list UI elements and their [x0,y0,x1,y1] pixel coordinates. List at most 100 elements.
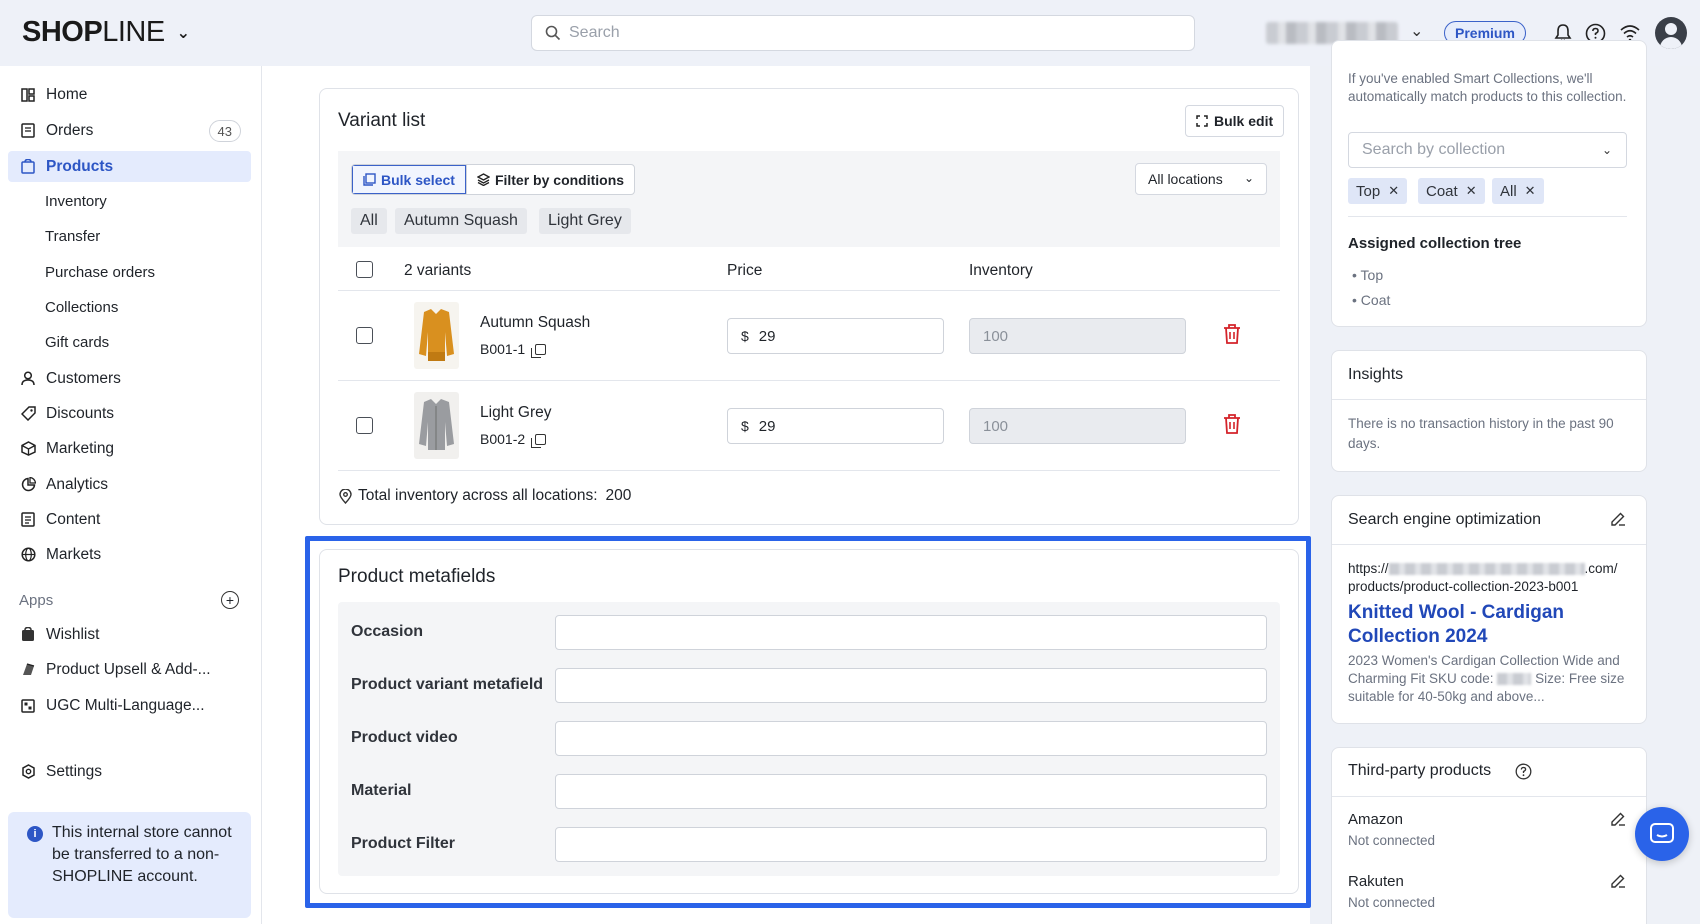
variant-name: Autumn Squash [480,314,591,331]
variants-count-header: 2 variants [404,262,472,279]
person-icon [20,371,36,387]
delete-variant-trash-icon[interactable] [1222,323,1242,345]
amazon-status: Not connected [1348,833,1436,848]
variant-inventory-input: 100 [969,318,1186,354]
collection-tag-top: Top ✕ [1348,178,1408,204]
variant-sku: B001-1 [480,341,547,358]
delete-variant-trash-icon[interactable] [1222,413,1242,435]
sidebar-app-wishlist[interactable]: Wishlist [8,619,251,650]
shopline-logo[interactable]: SHOP LINE ⌄ [22,16,190,49]
total-inventory-line: Total inventory across all locations: 200 [339,487,631,505]
tag-icon [20,406,36,422]
variant-chip-all[interactable]: All [351,208,387,234]
sidebar-item-marketing[interactable]: Marketing [8,433,251,464]
orders-icon [20,123,36,139]
bulk-select-tab[interactable]: Bulk select [352,165,466,194]
inventory-column-header: Inventory [969,262,1033,279]
products-icon [20,159,36,175]
metafields-highlight-frame [305,536,1311,908]
variant-row-checkbox[interactable] [356,417,373,434]
copy-icon[interactable] [531,433,547,448]
rakuten-name: Rakuten [1348,873,1404,890]
ugc-app-icon [20,698,36,714]
content-icon [20,512,36,528]
variant-name: Light Grey [480,404,552,421]
variant-thumbnail [414,392,459,459]
sidebar-item-markets[interactable]: Markets [8,539,251,570]
rakuten-status: Not connected [1348,895,1436,910]
variant-list-title: Variant list [338,110,426,131]
help-icon[interactable] [1515,763,1532,780]
chevron-down-icon: ⌄ [1243,171,1254,185]
close-icon[interactable]: ✕ [1388,183,1399,199]
chevron-down-icon[interactable]: ⌄ [1410,21,1423,41]
collection-search-select[interactable]: Search by collection ⌄ [1348,132,1627,168]
search-icon [545,25,561,41]
filter-by-conditions-tab[interactable]: Filter by conditions [465,165,634,194]
transfer-notice: i This internal store cannot be transfer… [8,812,251,918]
insights-title: Insights [1348,366,1404,383]
chevron-down-icon: ⌄ [1601,143,1612,157]
variant-row-checkbox[interactable] [356,327,373,344]
store-switch-chevron-icon[interactable]: ⌄ [177,23,190,43]
variant-chip-light-grey[interactable]: Light Grey [539,208,631,234]
add-app-icon[interactable]: + [221,591,239,609]
seo-url: https://.com/ products/product-collectio… [1348,561,1618,594]
sidebar-item-content[interactable]: Content [8,504,251,535]
edit-rakuten-icon[interactable] [1610,873,1626,889]
seo-title: Search engine optimization [1348,511,1542,528]
sidebar-app-ugc[interactable]: UGC Multi-Language... [8,690,251,721]
smart-collections-hint: If you've enabled Smart Collections, we'… [1348,71,1627,104]
analytics-icon [20,477,36,493]
avatar[interactable] [1655,17,1687,49]
dashboard-icon [20,87,36,103]
variant-price-input[interactable]: $29 [727,318,944,354]
sidebar-subitem-gift-cards[interactable]: Gift cards [45,334,109,351]
edit-seo-icon[interactable] [1610,511,1626,527]
variant-sku: B001-2 [480,431,547,448]
upsell-app-icon [20,662,36,678]
variant-chip-autumn-squash[interactable]: Autumn Squash [395,208,527,234]
sidebar-item-orders[interactable]: Orders 43 [8,115,251,146]
support-chat-button[interactable] [1635,807,1689,861]
sidebar-item-customers[interactable]: Customers [8,363,251,394]
marketing-icon [20,441,36,457]
sidebar-item-products[interactable]: Products [8,151,251,182]
sidebar-item-analytics[interactable]: Analytics [8,469,251,500]
variant-price-input[interactable]: $29 [727,408,944,444]
variant-thumbnail [414,302,459,369]
sidebar-subitem-inventory[interactable]: Inventory [45,193,107,210]
sidebar-subitem-transfer[interactable]: Transfer [45,228,100,245]
sidebar-subitem-purchase-orders[interactable]: Purchase orders [45,264,155,281]
sidebar-item-home[interactable]: Home [8,79,251,110]
sidebar-app-upsell[interactable]: Product Upsell & Add-... [8,654,251,685]
third-party-title: Third-party products [1348,762,1492,779]
info-icon: i [27,826,43,842]
collection-tree-item: • Top [1352,267,1384,283]
sidebar-item-settings[interactable]: Settings [8,756,251,787]
collection-tag-all: All ✕ [1492,178,1544,204]
copy-icon[interactable] [531,343,547,358]
seo-page-title: Knitted Wool - Cardigan Collection 2024 [1348,602,1565,647]
sidebar-item-discounts[interactable]: Discounts [8,398,251,429]
locations-select[interactable]: All locations ⌄ [1135,163,1267,195]
collection-tree-item: • Coat [1352,292,1391,308]
edit-amazon-icon[interactable] [1610,811,1626,827]
gear-icon [20,764,36,780]
select-all-checkbox[interactable] [356,261,373,278]
insights-text: There is no transaction history in the p… [1348,416,1614,451]
expand-icon [1196,115,1208,127]
variant-inventory-input: 100 [969,408,1186,444]
close-icon[interactable]: ✕ [1525,183,1536,199]
collection-tree-title: Assigned collection tree [1348,235,1522,252]
close-icon[interactable]: ✕ [1466,183,1477,199]
layers-icon [476,173,490,186]
sidebar-subitem-collections[interactable]: Collections [45,299,118,316]
bulk-select-icon [363,173,376,186]
variant-mode-toggle: Bulk select Filter by conditions [351,164,636,195]
search-input[interactable]: Search [531,15,1195,51]
orders-count-badge: 43 [208,120,241,142]
bulk-edit-button[interactable]: Bulk edit [1185,105,1285,137]
seo-description: 2023 Women's Cardigan Collection Wide an… [1348,653,1625,704]
location-pin-icon [339,488,352,504]
